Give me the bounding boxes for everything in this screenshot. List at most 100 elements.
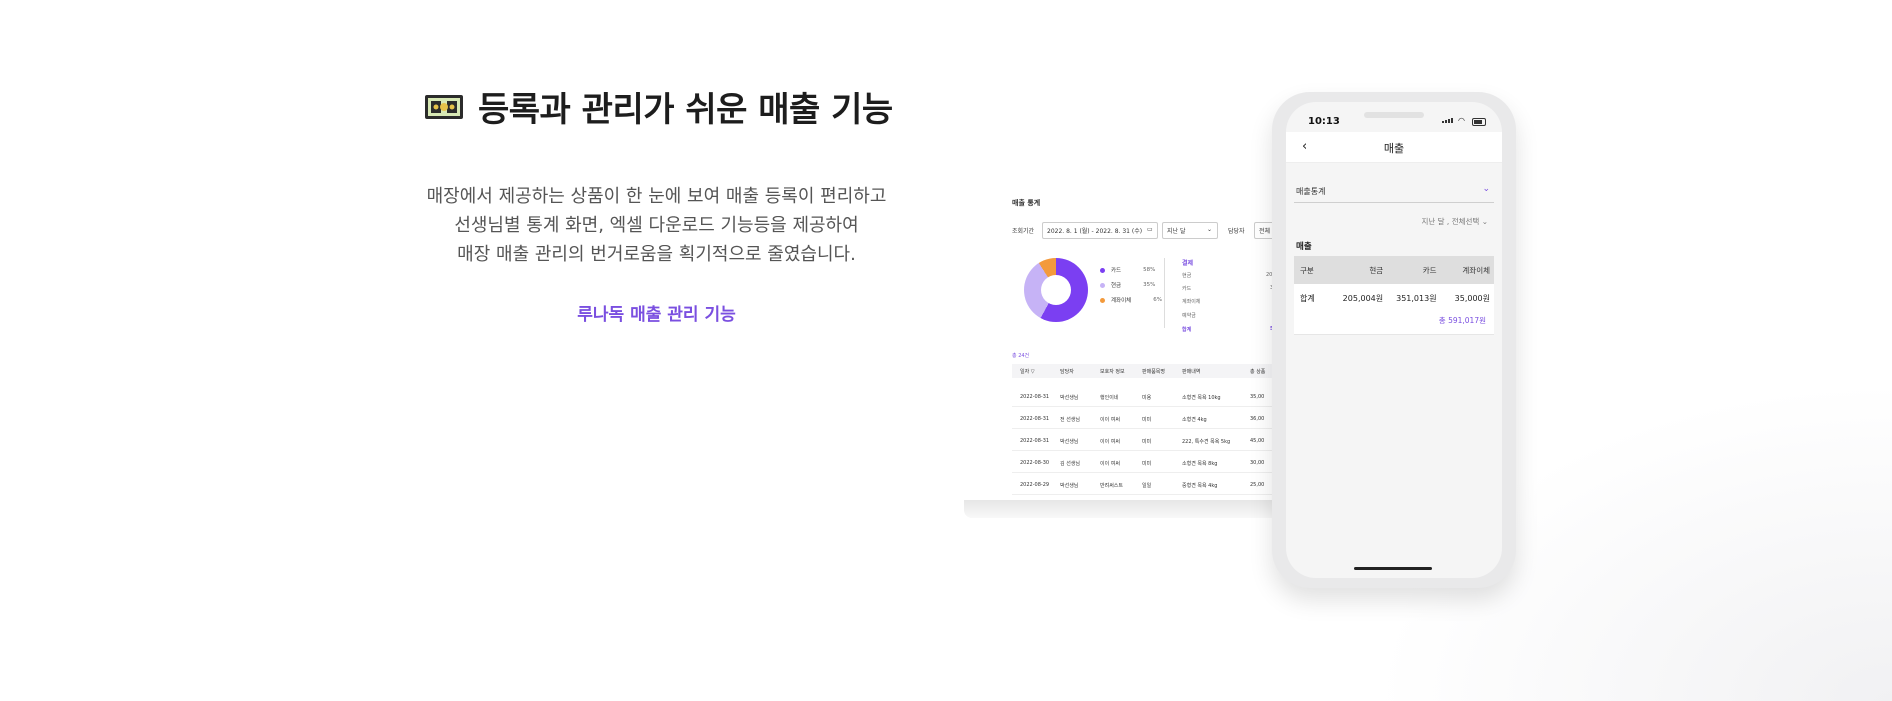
- phone-mockup: 10:13 ◠ ‹ 매출 매출통계 ⌄ 지난 달 , 전체선택 ⌄ 매출 구분 …: [1272, 92, 1516, 588]
- notch: [1364, 112, 1424, 118]
- table-cell: 2022-08-31: [1020, 416, 1050, 422]
- chevron-down-icon: ⌄: [1207, 226, 1213, 233]
- sales-total: 총 591,017원: [1294, 312, 1494, 335]
- table-cell: 25,00: [1250, 482, 1265, 488]
- row-divider: [1012, 450, 1304, 451]
- wifi-icon: ◠: [1458, 116, 1465, 125]
- table-cell: 2022-08-31: [1020, 438, 1050, 444]
- table-cell: 소형견 4kg: [1182, 417, 1207, 423]
- legend-percent: 35%: [1143, 282, 1156, 288]
- money-banknote-icon: [424, 93, 464, 121]
- table-cell: 351,013원: [1396, 293, 1437, 303]
- table-cell: 미미: [1142, 417, 1152, 423]
- row-divider: [1012, 494, 1304, 495]
- legend-dot: [1100, 282, 1105, 288]
- table-cell: 합계: [1300, 293, 1315, 303]
- record-count: 총 24건: [1012, 353, 1030, 359]
- description-line: 매장에서 제공하는 상품이 한 눈에 보여 매출 등록이 편리하고: [426, 186, 887, 207]
- home-indicator: [1354, 567, 1432, 570]
- table-cell: 소형견 목욕 10kg: [1182, 395, 1221, 401]
- section-description: 매장에서 제공하는 상품이 한 눈에 보여 매출 등록이 편리하고 선생님별 통…: [424, 182, 889, 269]
- staff-select-value: 전체: [1259, 228, 1271, 235]
- table-cell: 미용: [1142, 395, 1152, 401]
- table-cell: 45,00: [1250, 438, 1265, 444]
- table-cell: 36,00: [1250, 416, 1265, 422]
- legend-label: 현금: [1111, 283, 1122, 289]
- payment-row-label: 현금: [1182, 273, 1192, 279]
- legend-item-card: 카드 58%: [1100, 266, 1155, 274]
- table-cell: 2022-08-29: [1020, 482, 1050, 488]
- table-cell: 박선생님: [1060, 483, 1079, 489]
- payment-donut-chart: [1024, 258, 1088, 322]
- table-cell: 소형견 목욕 8kg: [1182, 461, 1218, 467]
- legend-item-cash: 현금 35%: [1100, 281, 1155, 289]
- table-cell: 30,00: [1250, 460, 1265, 466]
- column-header: 담당자: [1060, 369, 1074, 375]
- table-cell: 35,00: [1250, 394, 1265, 400]
- date-range-field[interactable]: 2022. 8. 1 (월) - 2022. 8. 31 (수) ▭: [1042, 222, 1158, 239]
- period-select-value: 지난 달: [1167, 228, 1186, 235]
- app-title: 매출: [1383, 142, 1405, 155]
- description-line: 선생님별 통계 화면, 엑셀 다운로드 기능등을 제공하여: [454, 215, 859, 236]
- payment-row-label: 예약금: [1182, 313, 1196, 319]
- row-divider: [1012, 472, 1304, 473]
- column-header[interactable]: 일자 ▽: [1020, 368, 1035, 375]
- phone-screen: 10:13 ◠ ‹ 매출 매출통계 ⌄ 지난 달 , 전체선택 ⌄ 매출 구분 …: [1286, 102, 1502, 578]
- status-time: 10:13: [1308, 116, 1340, 127]
- legend-item-transfer: 계좌이체 6%: [1100, 296, 1162, 304]
- desktop-shadow: [964, 500, 1294, 518]
- column-header: 계좌이체: [1462, 265, 1490, 275]
- section-heading: 등록과 관리가 쉬운 매출 기능: [424, 82, 893, 131]
- payment-header: 결제: [1182, 260, 1194, 267]
- table-cell: 2022-08-31: [1020, 394, 1050, 400]
- payment-row-label: 카드: [1182, 286, 1192, 292]
- divider: [1164, 258, 1165, 328]
- staff-filter-label: 담당자: [1228, 228, 1245, 235]
- app-bar: ‹ 매출: [1286, 132, 1502, 163]
- signal-icon: [1442, 118, 1453, 123]
- payment-total-label: 합계: [1182, 327, 1192, 333]
- table-cell: 중형견 목욕 4kg: [1182, 483, 1218, 489]
- table-row: 합계 205,004원 351,013원 35,000원: [1294, 284, 1494, 312]
- table-cell: 미미: [1142, 439, 1152, 445]
- sales-summary-table: 구분 현금 카드 계좌이체 합계 205,004원 351,013원 35,00…: [1294, 256, 1494, 335]
- stats-type-value: 매출통계: [1296, 187, 1326, 196]
- period-filter[interactable]: 지난 달 , 전체선택 ⌄: [1421, 216, 1488, 227]
- period-select[interactable]: 지난 달 ⌄: [1162, 222, 1218, 239]
- column-header: 판매품목명: [1142, 369, 1166, 375]
- status-bar: 10:13 ◠: [1286, 102, 1502, 130]
- calendar-icon: ▭: [1147, 226, 1153, 233]
- table-cell: 이이 여써: [1100, 461, 1120, 467]
- chevron-down-icon: ⌄: [1482, 184, 1490, 194]
- table-cell: 2022-08-30: [1020, 460, 1050, 466]
- legend-dot: [1100, 267, 1105, 273]
- legend-label: 계좌이체: [1111, 298, 1132, 304]
- legend-label: 카드: [1111, 268, 1122, 274]
- column-header: 현금: [1369, 265, 1384, 275]
- chevron-down-icon: ⌄: [1481, 217, 1488, 226]
- table-cell: 이이 여써: [1100, 439, 1120, 445]
- table-cell: 김 선생님: [1060, 461, 1080, 467]
- table-header-row: 구분 현금 카드 계좌이체: [1294, 256, 1494, 284]
- headline-text: 등록과 관리가 쉬운 매출 기능: [478, 90, 893, 130]
- battery-icon: [1472, 118, 1486, 126]
- row-divider: [1012, 406, 1304, 407]
- row-divider: [1012, 428, 1304, 429]
- column-header: 총 상품: [1250, 369, 1266, 375]
- period-filter-label: 조회기간: [1012, 228, 1035, 235]
- date-range-value: 2022. 8. 1 (월) - 2022. 8. 31 (수): [1047, 228, 1143, 235]
- column-header: 보호자 정보: [1100, 369, 1125, 375]
- sales-section-title: 매출: [1296, 242, 1312, 252]
- table-cell: 미미: [1142, 461, 1152, 467]
- legend-dot: [1100, 297, 1105, 303]
- table-cell: 222, 특수견 목욕 5kg: [1182, 439, 1231, 445]
- stats-type-select[interactable]: 매출통계 ⌄: [1294, 182, 1494, 203]
- table-cell: 이이 여써: [1100, 417, 1120, 423]
- table-cell: 행인이네: [1100, 395, 1119, 401]
- sales-feature-link[interactable]: 루나독 매출 관리 기능: [424, 300, 889, 325]
- column-header: 판매내역: [1182, 369, 1201, 375]
- column-header: 구분: [1300, 265, 1314, 275]
- legend-percent: 58%: [1143, 267, 1156, 273]
- table-cell: 전 선생님: [1060, 417, 1080, 423]
- table-cell: 박선생님: [1060, 395, 1079, 401]
